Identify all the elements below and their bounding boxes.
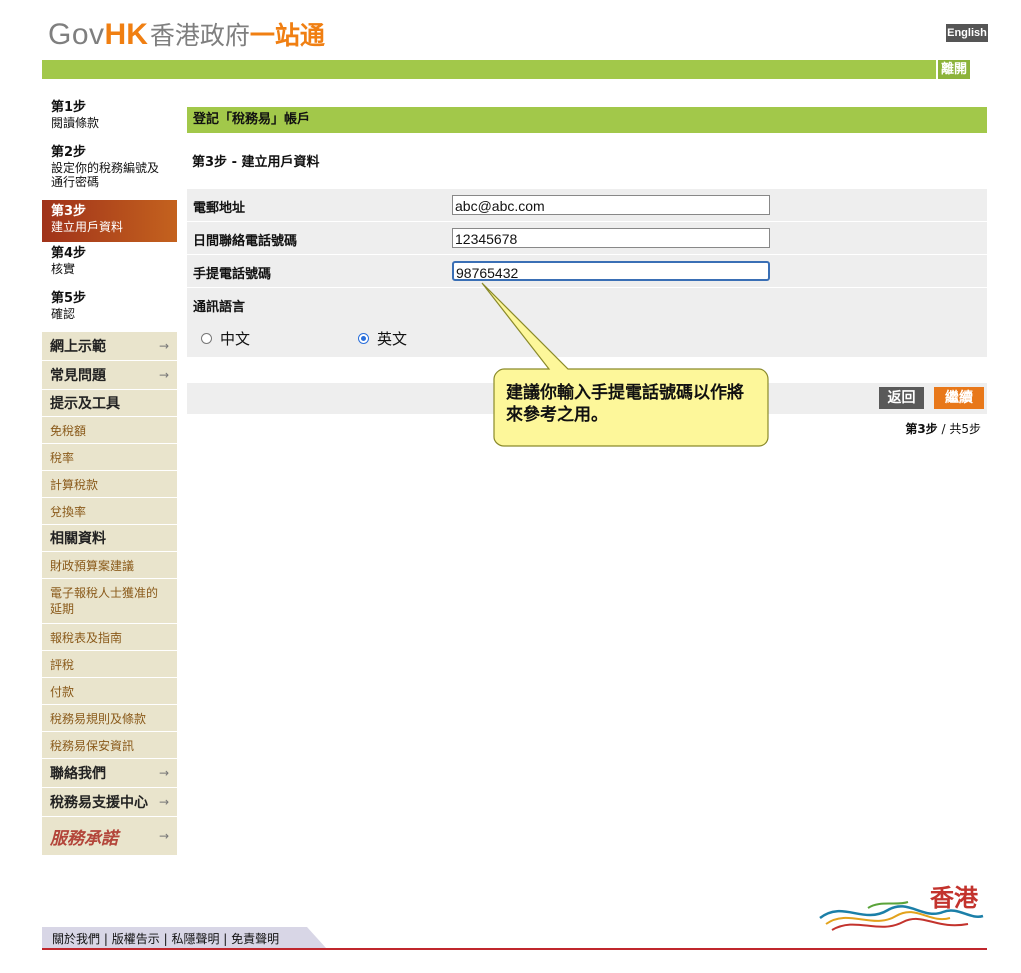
step-number: 第3步 bbox=[51, 204, 87, 219]
tip-callout-text: 建議你輸入手提電話號碼以作將來參考之用。 bbox=[506, 383, 744, 425]
menu-extension[interactable]: 電子報稅人士獲准的延期 bbox=[42, 579, 177, 624]
step-number: 第2步 bbox=[51, 145, 87, 160]
menu-label: 電子報稅人士獲准的延期 bbox=[50, 586, 159, 616]
step-counter-total: / 共5步 bbox=[937, 422, 982, 436]
brand-hongkong-dragon-logo: 香港 bbox=[819, 884, 984, 931]
step-counter: 第3步 / 共5步 bbox=[880, 420, 981, 437]
step-desc: 設定你的稅務編號及通行密碼 bbox=[51, 161, 160, 189]
arrow-right-icon: → bbox=[158, 368, 169, 382]
continue-button[interactable]: 繼續 bbox=[934, 387, 984, 409]
day-phone-field[interactable]: 12345678 bbox=[452, 228, 770, 248]
email-field[interactable]: abc@abc.com bbox=[452, 195, 770, 215]
logo-one-stop-text: 一站通 bbox=[249, 21, 325, 50]
day-phone-label: 日間聯絡電話號碼 bbox=[193, 234, 298, 249]
menu-label: 付款 bbox=[50, 684, 75, 699]
footer-links: 關於我們 | 版權告示 | 私隱聲明 | 免責聲明 bbox=[52, 930, 279, 947]
menu-online-demo[interactable]: 網上示範 → bbox=[42, 332, 177, 361]
menu-calculate-tax[interactable]: 計算稅款 bbox=[42, 471, 177, 498]
menu-label: 財政預算案建議 bbox=[50, 558, 135, 573]
menu-label: 稅務易支援中心 bbox=[50, 795, 148, 811]
back-button[interactable]: 返回 bbox=[879, 387, 924, 409]
footer-disclaimer-link[interactable]: 免責聲明 bbox=[231, 932, 279, 946]
footer-separator: | bbox=[223, 932, 228, 946]
step-desc: 核實 bbox=[51, 262, 76, 276]
step-desc: 建立用戶資料 bbox=[51, 220, 124, 234]
menu-assessment[interactable]: 評稅 bbox=[42, 651, 177, 678]
english-language-button[interactable]: English bbox=[946, 24, 988, 42]
logo-hk-text: HK bbox=[104, 18, 148, 51]
arrow-right-icon: → bbox=[158, 339, 169, 353]
menu-tax-rates[interactable]: 稅率 bbox=[42, 444, 177, 471]
brand-text: 香港 bbox=[930, 884, 979, 912]
sidebar-step-4: 第4步 核實 bbox=[42, 242, 177, 287]
footer-separator: | bbox=[103, 932, 108, 946]
radio-chinese[interactable]: 中文 bbox=[201, 328, 250, 349]
menu-service-pledge[interactable]: 服務承諾 → bbox=[42, 817, 177, 856]
menu-label: 稅率 bbox=[50, 450, 75, 465]
footer-separator: | bbox=[163, 932, 168, 946]
step-desc: 確認 bbox=[51, 307, 76, 321]
mobile-label: 手提電話號碼 bbox=[193, 267, 272, 282]
menu-heading-tips-tools: 提示及工具 bbox=[42, 390, 177, 417]
section-title: 登記「稅務易」帳戶 bbox=[187, 107, 987, 133]
menu-label: 稅務易保安資訊 bbox=[50, 738, 135, 753]
email-row: 電郵地址 abc@abc.com bbox=[187, 189, 987, 222]
menu-allowances[interactable]: 免稅額 bbox=[42, 417, 177, 444]
radio-english-label: 英文 bbox=[377, 330, 408, 348]
footer-privacy-link[interactable]: 私隱聲明 bbox=[171, 932, 219, 946]
radio-chinese-circle[interactable] bbox=[201, 333, 212, 344]
radio-english-circle-selected[interactable] bbox=[358, 333, 369, 344]
menu-label: 免稅額 bbox=[50, 423, 87, 438]
sidebar-step-1: 第1步 閱讀條款 bbox=[42, 96, 177, 141]
footer-about-link[interactable]: 關於我們 bbox=[52, 932, 100, 946]
menu-payment[interactable]: 付款 bbox=[42, 678, 177, 705]
step-desc: 閱讀條款 bbox=[51, 116, 100, 130]
menu-contact-us[interactable]: 聯絡我們 → bbox=[42, 759, 177, 788]
arrow-right-icon: → bbox=[158, 795, 169, 809]
menu-label: 相關資料 bbox=[50, 531, 106, 547]
menu-budget[interactable]: 財政預算案建議 bbox=[42, 552, 177, 579]
menu-label: 常見問題 bbox=[50, 368, 106, 384]
top-green-bar bbox=[42, 60, 968, 79]
sidebar-step-5: 第5步 確認 bbox=[42, 287, 177, 332]
day-phone-row: 日間聯絡電話號碼 12345678 bbox=[187, 222, 987, 255]
logo-gov-text: Gov bbox=[48, 18, 105, 51]
step-counter-current: 第3步 bbox=[905, 422, 938, 436]
arrow-right-icon: → bbox=[158, 766, 169, 780]
logo-zh-text: 香港政府 bbox=[149, 21, 250, 50]
menu-label: 網上示範 bbox=[50, 339, 106, 355]
menu-security-info[interactable]: 稅務易保安資訊 bbox=[42, 732, 177, 759]
menu-exchange-rates[interactable]: 兌換率 bbox=[42, 498, 177, 525]
govhk-logo[interactable]: Gov HK 香港政府 一站通 bbox=[48, 16, 325, 51]
menu-label: 兌換率 bbox=[50, 504, 87, 519]
sidebar: 第1步 閱讀條款 第2步 設定你的稅務編號及通行密碼 第3步 建立用戶資料 第4… bbox=[42, 96, 177, 856]
arrow-right-icon: → bbox=[158, 829, 169, 843]
menu-label: 提示及工具 bbox=[50, 396, 120, 412]
sidebar-step-2: 第2步 設定你的稅務編號及通行密碼 bbox=[42, 141, 177, 200]
menu-rules-terms[interactable]: 稅務易規則及條款 bbox=[42, 705, 177, 732]
menu-label: 稅務易規則及條款 bbox=[50, 711, 147, 726]
mobile-field[interactable]: 98765432 bbox=[452, 261, 770, 281]
radio-english[interactable]: 英文 bbox=[358, 328, 407, 349]
leave-button[interactable]: 離開 bbox=[936, 60, 970, 79]
menu-tax-returns-guides[interactable]: 報稅表及指南 bbox=[42, 624, 177, 651]
sidebar-step-3-active: 第3步 建立用戶資料 bbox=[42, 200, 177, 242]
menu-heading-related-info: 相關資料 bbox=[42, 525, 177, 552]
menu-label: 聯絡我們 bbox=[50, 766, 106, 782]
menu-label: 評稅 bbox=[50, 657, 75, 672]
step-number: 第4步 bbox=[51, 246, 87, 261]
step-number: 第5步 bbox=[51, 291, 87, 306]
email-label: 電郵地址 bbox=[193, 201, 246, 216]
radio-chinese-label: 中文 bbox=[220, 330, 251, 348]
footer-copyright-link[interactable]: 版權告示 bbox=[112, 932, 160, 946]
step-number: 第1步 bbox=[51, 100, 87, 115]
step-title: 第3步 - 建立用戶資料 bbox=[192, 155, 320, 170]
footer-red-line bbox=[42, 948, 987, 950]
menu-faq[interactable]: 常見問題 → bbox=[42, 361, 177, 390]
menu-support-centre[interactable]: 稅務易支援中心 → bbox=[42, 788, 177, 817]
menu-label: 報稅表及指南 bbox=[50, 630, 123, 645]
menu-label: 計算稅款 bbox=[50, 477, 99, 492]
service-pledge-logo: 服務承諾 bbox=[50, 828, 118, 849]
language-label: 通訊語言 bbox=[193, 300, 246, 315]
